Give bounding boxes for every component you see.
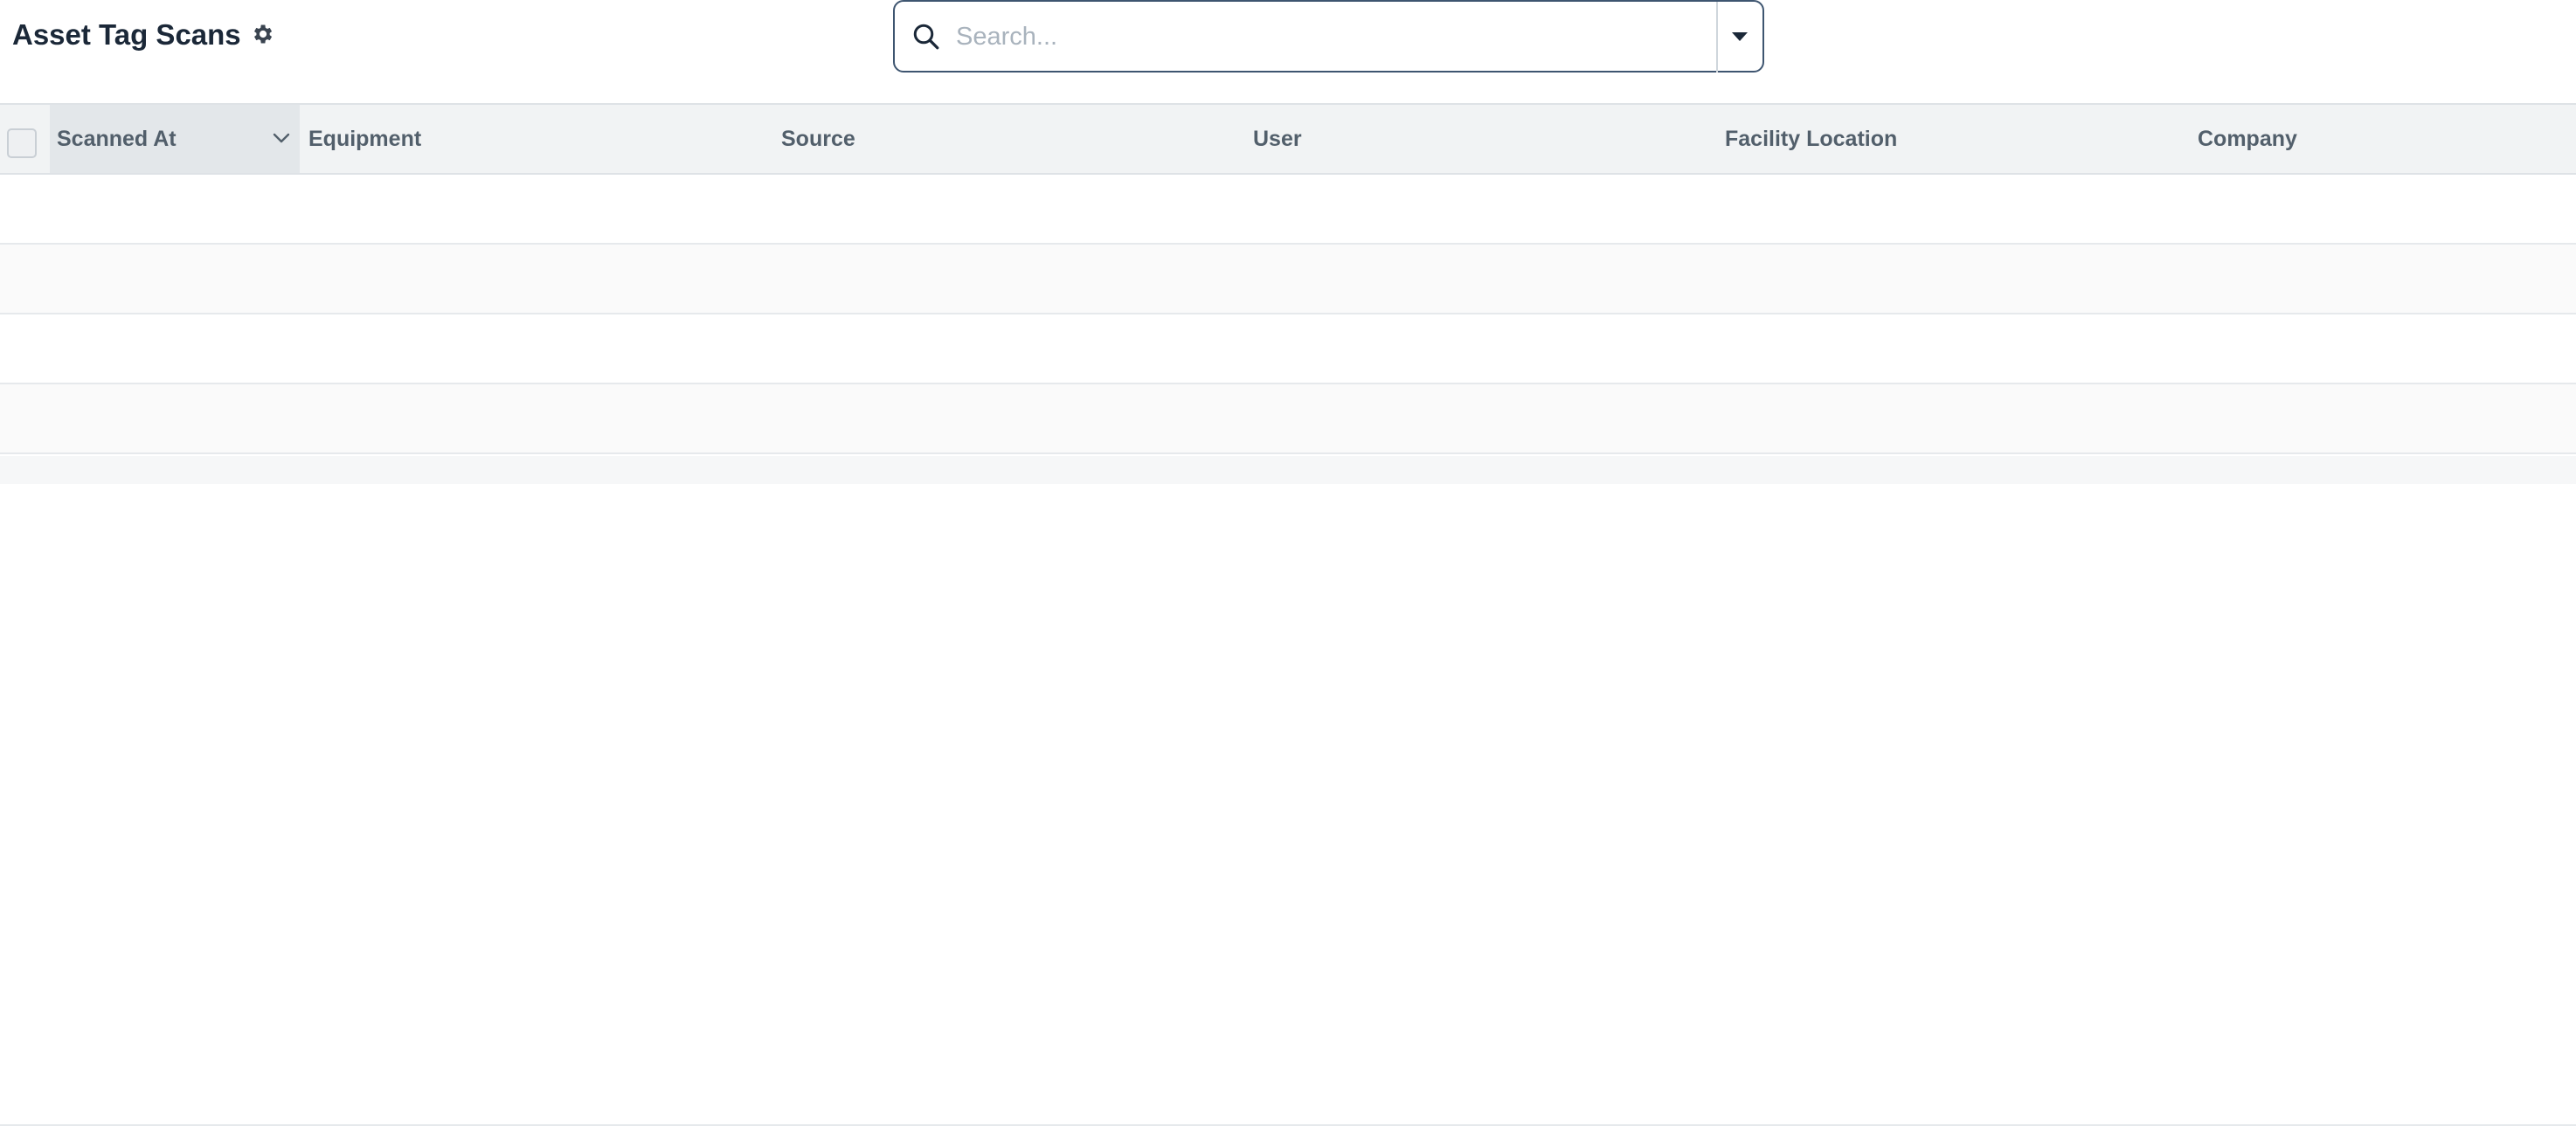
table-row[interactable] bbox=[0, 175, 2576, 245]
table-row[interactable] bbox=[0, 314, 2576, 384]
page-title: Asset Tag Scans bbox=[12, 18, 241, 51]
search-input[interactable] bbox=[956, 10, 1707, 63]
column-header-scanned-at[interactable]: Scanned At bbox=[50, 105, 300, 173]
caret-down-icon bbox=[1732, 32, 1748, 41]
table-row[interactable] bbox=[0, 384, 2576, 454]
page-header: Asset Tag Scans bbox=[0, 0, 2576, 103]
column-header-user[interactable]: User bbox=[1253, 105, 1707, 173]
table-header: Scanned At Equipment Source User Facilit… bbox=[0, 103, 2576, 175]
column-header-source[interactable]: Source bbox=[781, 105, 1236, 173]
page: Asset Tag Scans Scanned At bbox=[0, 0, 2576, 1126]
search-box bbox=[893, 0, 1764, 73]
search-filter-dropdown-button[interactable] bbox=[1718, 2, 1762, 71]
column-header-label: Company bbox=[2198, 127, 2297, 151]
column-header-company[interactable]: Company bbox=[2198, 105, 2565, 173]
chevron-down-icon[interactable] bbox=[272, 131, 291, 145]
column-header-label: Source bbox=[781, 127, 855, 151]
table-row[interactable] bbox=[0, 245, 2576, 314]
column-header-label: Scanned At bbox=[57, 127, 177, 151]
select-all-checkbox[interactable] bbox=[7, 128, 37, 158]
search-icon bbox=[913, 24, 939, 50]
column-header-equipment[interactable]: Equipment bbox=[308, 105, 763, 173]
column-header-label: Equipment bbox=[308, 127, 422, 151]
table-footer bbox=[0, 456, 2576, 484]
gear-icon[interactable] bbox=[250, 22, 274, 46]
column-header-label: User bbox=[1253, 127, 1302, 151]
column-header-facility-location[interactable]: Facility Location bbox=[1725, 105, 2179, 173]
column-header-label: Facility Location bbox=[1725, 127, 1898, 151]
